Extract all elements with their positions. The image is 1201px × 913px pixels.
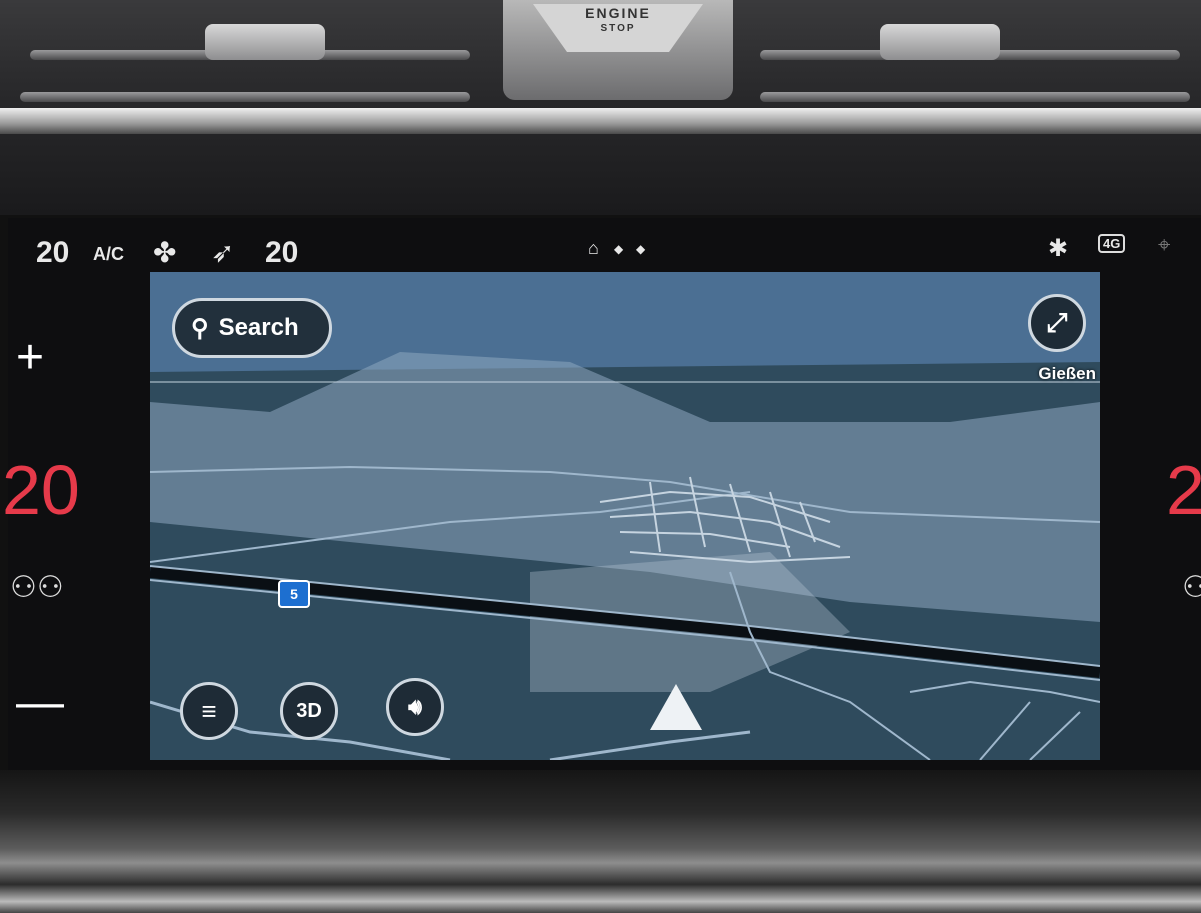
ac-button[interactable]: A/C	[93, 244, 124, 265]
status-bar: 20 A/C ✤ ➶ 20 ⌂ ◆ ◆ ✱ 4G ⌖	[8, 218, 1201, 280]
left-air-vent-lower	[20, 92, 470, 102]
left-climate-panel: + 20 ⚇⚇ —	[2, 280, 148, 770]
seat-icon[interactable]: ⚇	[1182, 570, 1201, 605]
passenger-temperature[interactable]: 20	[265, 236, 298, 270]
left-vent-knob[interactable]	[205, 24, 325, 60]
volume-button[interactable]: 🔊︎	[386, 678, 444, 736]
view-mode-label: 3D	[296, 699, 322, 722]
page-indicator-dot: ◆	[614, 242, 624, 256]
infotainment-screen: 20 A/C ✤ ➶ 20 ⌂ ◆ ◆ ✱ 4G ⌖ + 20 ⚇⚇ — 2 ⚇	[2, 218, 1201, 770]
temp-up-button[interactable]: +	[16, 330, 44, 385]
network-badge: 4G	[1098, 234, 1126, 253]
driver-zone-temperature: 20	[2, 451, 80, 529]
map-place-label: Gießen	[1038, 364, 1096, 383]
menu-button[interactable]: ≡	[180, 682, 238, 740]
temp-down-button[interactable]: —	[16, 675, 64, 730]
page-indicator-dot: ◆	[636, 242, 646, 256]
right-climate-panel: 2 ⚇	[1108, 280, 1201, 770]
airflow-icon[interactable]: ➶	[211, 236, 234, 269]
vehicle-position-arrow	[650, 684, 702, 730]
speaker-icon: 🔊︎	[408, 694, 422, 719]
navigation-map[interactable]: ⚲ Search ⤢ Gießen 5 ≡ 3D 🔊︎	[150, 272, 1100, 760]
dashboard-bottom	[0, 770, 1201, 913]
chrome-trim	[0, 108, 1201, 134]
menu-icon: ≡	[201, 695, 217, 726]
engine-start-stop-button[interactable]: ENGINE STOP	[503, 0, 733, 100]
fan-icon[interactable]: ✤	[153, 236, 176, 269]
driver-temperature[interactable]: 20	[36, 236, 69, 270]
view-mode-button[interactable]: 3D	[280, 682, 338, 740]
route-shield: 5	[278, 580, 310, 608]
home-icon[interactable]: ⌂	[588, 238, 599, 259]
search-button[interactable]: ⚲ Search	[172, 298, 332, 358]
right-air-vent-lower	[760, 92, 1190, 102]
engine-button-label: ENGINE	[585, 5, 651, 21]
fullscreen-button[interactable]: ⤢	[1028, 294, 1086, 352]
location-icon: ⌖	[1158, 232, 1171, 257]
expand-icon: ⤢	[1046, 307, 1068, 337]
dashboard-top: ENGINE STOP	[0, 0, 1201, 215]
engine-button-plate: ENGINE STOP	[533, 4, 703, 52]
seat-icon[interactable]: ⚇⚇	[10, 570, 64, 605]
bluetooth-icon: ✱	[1048, 235, 1069, 262]
passenger-zone-temperature: 2	[1166, 451, 1201, 529]
engine-button-sublabel: STOP	[600, 23, 636, 34]
search-icon: ⚲	[191, 314, 209, 342]
search-label: Search	[218, 314, 299, 341]
right-vent-knob[interactable]	[880, 24, 1000, 60]
